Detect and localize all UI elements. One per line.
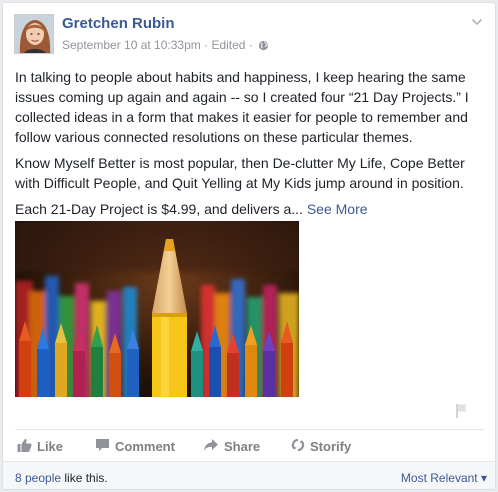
author-name[interactable]: Gretchen Rubin (62, 15, 175, 32)
post-paragraph: In talking to people about habits and ha… (15, 69, 469, 145)
meta-separator: · (204, 38, 209, 52)
post-photo[interactable] (15, 221, 299, 397)
post-body: In talking to people about habits and ha… (15, 67, 491, 225)
post-timestamp[interactable]: September 10 at 10:33pm (62, 38, 201, 52)
flag-icon[interactable] (455, 403, 469, 419)
storify-label: Storify (310, 438, 352, 454)
globe-icon[interactable] (258, 40, 269, 54)
caret-down-icon: ▾ (480, 471, 487, 485)
like-button[interactable]: Like (17, 437, 63, 455)
comment-button[interactable]: Comment (95, 437, 175, 455)
post-paragraph-truncated: Each 21-Day Project is $4.99, and delive… (15, 199, 491, 219)
truncated-text: Each 21-Day Project is $4.99, and delive… (15, 201, 303, 217)
sort-dropdown[interactable]: Most Relevant ▾ (401, 471, 487, 485)
share-button[interactable]: Share (203, 437, 260, 455)
storify-button[interactable]: Storify (291, 437, 351, 455)
likes-count-link[interactable]: 8 people (15, 471, 61, 485)
post-footer: 8 people like this. Most Relevant ▾ (3, 461, 495, 489)
post-paragraph: Know Myself Better is most popular, then… (15, 155, 465, 191)
see-more-link[interactable]: See More (307, 201, 368, 217)
post-meta: September 10 at 10:33pm · Edited · (62, 38, 269, 54)
chevron-down-icon[interactable] (471, 15, 483, 27)
avatar[interactable] (14, 14, 54, 54)
comment-icon (95, 438, 110, 455)
edited-label[interactable]: Edited (211, 38, 245, 52)
post-card: Gretchen Rubin September 10 at 10:33pm ·… (2, 2, 496, 490)
storify-icon (291, 438, 305, 455)
thumbs-up-icon (17, 438, 32, 455)
likes-summary: 8 people like this. (15, 471, 108, 485)
post-actions: Like Comment Share Storify (15, 429, 485, 459)
share-label: Share (224, 438, 261, 454)
meta-separator: · (248, 38, 253, 52)
share-icon (203, 438, 219, 455)
comment-label: Comment (115, 438, 175, 454)
sort-label: Most Relevant (400, 471, 478, 485)
likes-suffix: like this. (61, 471, 108, 485)
like-label: Like (37, 438, 64, 454)
